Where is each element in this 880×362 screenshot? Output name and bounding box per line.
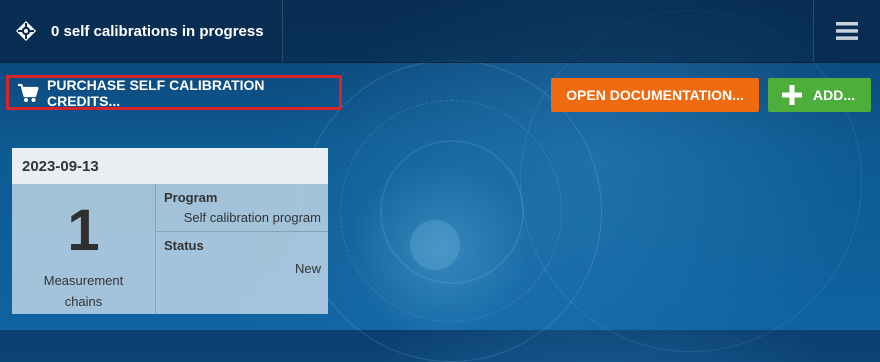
card-header: 2023-09-13 [12,148,328,184]
background-decoration [380,140,524,284]
menu-button[interactable] [813,0,880,62]
calibration-card[interactable]: 2023-09-13 1 Measurement chains Program … [12,148,328,314]
purchase-credits-button[interactable]: PURCHASE SELF CALIBRATION CREDITS... [6,75,342,110]
hamburger-menu-icon [835,21,859,41]
add-label: ADD... [813,87,855,103]
status-value: New [294,261,321,276]
card-date: 2023-09-13 [22,157,99,175]
background-decoration [410,220,460,270]
top-bar: 0 self calibrations in progress [0,0,880,63]
purchase-credits-label: PURCHASE SELF CALIBRATION CREDITS... [47,76,265,109]
calibration-status-text: 0 self calibrations in progress [51,22,264,40]
status-label: Status [164,238,204,253]
open-documentation-label: OPEN DOCUMENTATION... [566,87,744,103]
status-field: Status New [156,232,328,276]
plus-icon [781,84,803,106]
add-button[interactable]: ADD... [768,78,871,112]
open-documentation-button[interactable]: OPEN DOCUMENTATION... [551,78,759,112]
card-body: 1 Measurement chains Program Self calibr… [12,184,328,314]
background-decoration [340,100,562,322]
measurement-chain-label: Measurement chains [43,273,124,309]
cart-icon [17,82,39,104]
card-count-panel: 1 Measurement chains [12,184,156,314]
measurement-chain-count: 1 [67,198,100,263]
crosshair-diamond-icon [15,20,37,42]
card-details-panel: Program Self calibration program Status … [156,184,328,314]
program-label: Program [164,190,218,205]
calibration-status-tab[interactable]: 0 self calibrations in progress [0,0,283,62]
program-field: Program Self calibration program [156,184,328,232]
program-value: Self calibration program [183,210,321,225]
